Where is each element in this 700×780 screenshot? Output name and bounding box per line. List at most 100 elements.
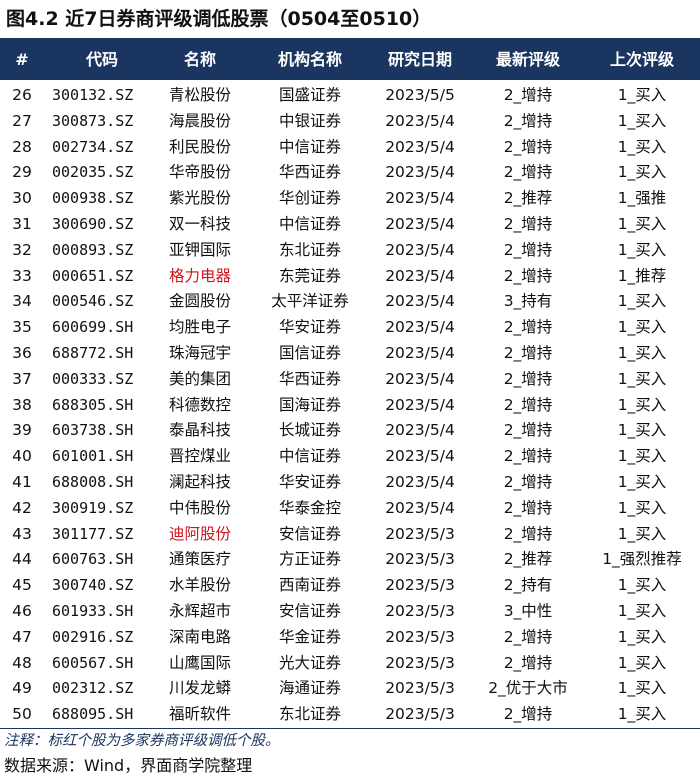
row-number: 44 xyxy=(12,550,32,569)
table-row: 41 688008.SH 澜起科技 华安证券 2023/5/4 2_增持 1_买入 xyxy=(0,470,700,496)
institution-name: 国信证券 xyxy=(278,343,341,362)
stock-name: 山鹰国际 xyxy=(168,653,231,672)
stock-name: 通策医疗 xyxy=(168,550,231,569)
new-rating: 2_增持 xyxy=(503,369,553,388)
new-rating: 2_增持 xyxy=(503,421,553,440)
prev-rating: 1_强烈推荐 xyxy=(602,550,682,569)
table-row: 47 002916.SZ 深南电路 华金证券 2023/5/3 2_增持 1_买入 xyxy=(0,625,700,651)
table-bottom-rule xyxy=(0,728,700,729)
row-number: 39 xyxy=(12,421,32,440)
new-rating: 2_增持 xyxy=(503,214,553,233)
stock-name: 永辉超市 xyxy=(168,601,231,620)
research-date: 2023/5/4 xyxy=(385,343,455,362)
research-date: 2023/5/4 xyxy=(385,266,455,285)
col-header-prev-rating: 上次评级 xyxy=(609,50,674,69)
stock-name: 双一科技 xyxy=(168,214,231,233)
research-date: 2023/5/4 xyxy=(385,292,455,311)
new-rating: 2_增持 xyxy=(503,705,553,724)
research-date: 2023/5/4 xyxy=(385,137,455,156)
prev-rating: 1_强推 xyxy=(617,189,667,208)
institution-name: 安信证券 xyxy=(278,524,341,543)
institution-name: 中信证券 xyxy=(278,214,341,233)
row-number: 45 xyxy=(12,576,32,595)
research-date: 2023/5/4 xyxy=(385,214,455,233)
prev-rating: 1_买入 xyxy=(617,240,667,259)
stock-name: 美的集团 xyxy=(168,369,231,388)
table-row: 31 300690.SZ 双一科技 中信证券 2023/5/4 2_增持 1_买入 xyxy=(0,212,700,238)
institution-name: 东北证券 xyxy=(278,240,341,259)
research-date: 2023/5/3 xyxy=(385,679,455,698)
stock-name: 泰晶科技 xyxy=(168,421,231,440)
stock-name: 水羊股份 xyxy=(168,576,231,595)
row-number: 49 xyxy=(12,679,32,698)
research-date: 2023/5/3 xyxy=(385,524,455,543)
prev-rating: 1_买入 xyxy=(617,421,667,440)
row-number: 50 xyxy=(12,705,32,724)
stock-code: 600567.SH xyxy=(52,653,134,672)
table-row: 30 000938.SZ 紫光股份 华创证券 2023/5/4 2_推荐 1_强推 xyxy=(0,186,700,212)
row-number: 31 xyxy=(12,214,32,233)
new-rating: 2_推荐 xyxy=(503,550,553,569)
institution-name: 中信证券 xyxy=(278,137,341,156)
new-rating: 2_增持 xyxy=(503,266,553,285)
prev-rating: 1_买入 xyxy=(617,576,667,595)
new-rating: 2_增持 xyxy=(503,343,553,362)
stock-code: 301177.SZ xyxy=(52,524,134,543)
institution-name: 太平洋证券 xyxy=(271,292,349,311)
table-row: 40 601001.SH 晋控煤业 中信证券 2023/5/4 2_增持 1_买入 xyxy=(0,444,700,470)
research-date: 2023/5/3 xyxy=(385,576,455,595)
prev-rating: 1_买入 xyxy=(617,214,667,233)
new-rating: 2_增持 xyxy=(503,395,553,414)
data-source: 数据来源：Wind，界面商学院整理 xyxy=(4,756,253,775)
table-row: 26 300132.SZ 青松股份 国盛证券 2023/5/5 2_增持 1_买入 xyxy=(0,83,700,109)
row-number: 28 xyxy=(12,137,32,156)
research-date: 2023/5/4 xyxy=(385,395,455,414)
table-note: 注释：标红个股为多家券商评级调低个股。 xyxy=(4,733,280,749)
table-row: 50 688095.SH 福昕软件 东北证券 2023/5/3 2_增持 1_买入 xyxy=(0,702,700,728)
stock-code: 601001.SH xyxy=(52,447,134,466)
stock-name: 亚钾国际 xyxy=(168,240,231,259)
table-row: 27 300873.SZ 海晨股份 中银证券 2023/5/4 2_增持 1_买入 xyxy=(0,109,700,135)
row-number: 32 xyxy=(12,240,32,259)
research-date: 2023/5/4 xyxy=(385,240,455,259)
institution-name: 西南证券 xyxy=(278,576,341,595)
research-date: 2023/5/3 xyxy=(385,705,455,724)
col-header-name: 名称 xyxy=(183,50,216,69)
stock-name: 深南电路 xyxy=(168,627,231,646)
stock-code: 300132.SZ xyxy=(52,86,134,104)
institution-name: 华金证券 xyxy=(278,627,341,646)
prev-rating: 1_买入 xyxy=(617,679,667,698)
new-rating: 3_中性 xyxy=(503,601,553,620)
prev-rating: 1_买入 xyxy=(617,369,667,388)
prev-rating: 1_买入 xyxy=(617,343,667,362)
new-rating: 2_持有 xyxy=(503,576,553,595)
new-rating: 2_增持 xyxy=(503,524,553,543)
table-row: 49 002312.SZ 川发龙蟒 海通证券 2023/5/3 2_优于大市 1_买入 xyxy=(0,676,700,702)
stock-code: 603738.SH xyxy=(52,421,134,440)
col-header-num: # xyxy=(15,50,29,69)
stock-code: 688772.SH xyxy=(52,343,134,362)
prev-rating: 1_推荐 xyxy=(617,266,667,285)
prev-rating: 1_买入 xyxy=(617,86,667,104)
col-header-date: 研究日期 xyxy=(387,50,452,69)
table-row: 45 300740.SZ 水羊股份 西南证券 2023/5/3 2_持有 1_买入 xyxy=(0,573,700,599)
table-row: 38 688305.SH 科德数控 国海证券 2023/5/4 2_增持 1_买入 xyxy=(0,393,700,419)
prev-rating: 1_买入 xyxy=(617,627,667,646)
table-row: 46 601933.SH 永辉超市 安信证券 2023/5/3 3_中性 1_买入 xyxy=(0,599,700,625)
new-rating: 2_增持 xyxy=(503,498,553,517)
row-number: 34 xyxy=(12,292,32,311)
prev-rating: 1_买入 xyxy=(617,163,667,182)
stock-code: 688095.SH xyxy=(52,705,134,724)
figure-title: 图4.2 近7日券商评级调低股票（0504至0510） xyxy=(6,8,432,30)
table-row: 32 000893.SZ 亚钾国际 东北证券 2023/5/4 2_增持 1_买入 xyxy=(0,238,700,264)
new-rating: 2_增持 xyxy=(503,240,553,259)
stock-code: 000938.SZ xyxy=(52,189,134,208)
institution-name: 中银证券 xyxy=(278,111,341,130)
research-date: 2023/5/3 xyxy=(385,653,455,672)
institution-name: 国海证券 xyxy=(278,395,341,414)
prev-rating: 1_买入 xyxy=(617,705,667,724)
stock-code: 688305.SH xyxy=(52,395,134,414)
new-rating: 2_增持 xyxy=(503,472,553,491)
prev-rating: 1_买入 xyxy=(617,524,667,543)
table-row: 42 300919.SZ 中伟股份 华泰金控 2023/5/4 2_增持 1_买入 xyxy=(0,496,700,522)
